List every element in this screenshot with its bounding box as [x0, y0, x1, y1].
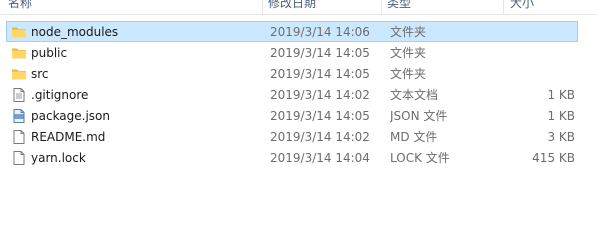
file-type: JSON 文件 [390, 109, 448, 123]
folder-icon [11, 45, 27, 61]
file-row-package-json[interactable]: package.json 2019/3/14 14:05 JSON 文件 1 K… [6, 105, 578, 126]
file-name: yarn.lock [31, 151, 86, 165]
folder-icon [11, 24, 27, 40]
file-name: node_modules [31, 25, 119, 39]
file-row-public[interactable]: public 2019/3/14 14:05 文件夹 [6, 42, 578, 63]
file-row-gitignore[interactable]: .gitignore 2019/3/14 14:02 文本文档 1 KB [6, 84, 578, 105]
column-header: 名称 修改日期 类型 大小 [0, 0, 597, 15]
file-row-readme-md[interactable]: README.md 2019/3/14 14:02 MD 文件 3 KB [6, 126, 578, 147]
file-row-node-modules[interactable]: node_modules 2019/3/14 14:06 文件夹 [6, 21, 578, 42]
file-row-src[interactable]: src 2019/3/14 14:05 文件夹 [6, 63, 578, 84]
file-date-modified: 2019/3/14 14:02 [270, 130, 370, 144]
file-name: public [31, 46, 68, 60]
json-file-icon [11, 108, 27, 124]
column-header-type[interactable]: 类型 [381, 0, 501, 14]
file-type: 文件夹 [390, 67, 427, 81]
file-date-modified: 2019/3/14 14:04 [270, 151, 370, 165]
file-type: LOCK 文件 [390, 151, 450, 165]
file-icon [11, 150, 27, 166]
file-size: 3 KB [547, 130, 575, 144]
folder-icon [11, 66, 27, 82]
file-size: 415 KB [532, 151, 575, 165]
file-date-modified: 2019/3/14 14:05 [270, 67, 370, 81]
file-row-yarn-lock[interactable]: yarn.lock 2019/3/14 14:04 LOCK 文件 415 KB [6, 147, 578, 168]
file-type: 文件夹 [390, 46, 427, 60]
file-size: 1 KB [547, 88, 575, 102]
file-date-modified: 2019/3/14 14:05 [270, 109, 370, 123]
file-date-modified: 2019/3/14 14:06 [270, 25, 370, 39]
file-type: 文本文档 [390, 88, 439, 102]
file-type: 文件夹 [390, 25, 427, 39]
file-date-modified: 2019/3/14 14:05 [270, 46, 370, 60]
file-date-modified: 2019/3/14 14:02 [270, 88, 370, 102]
file-type: MD 文件 [390, 130, 438, 144]
column-header-name[interactable]: 名称 [2, 0, 260, 14]
file-explorer: 名称 修改日期 类型 大小 node_modules 2019/3/14 14:… [0, 0, 597, 249]
file-name: .gitignore [31, 88, 89, 102]
file-name: README.md [31, 130, 106, 144]
column-header-date-modified[interactable]: 修改日期 [262, 0, 378, 14]
file-list: node_modules 2019/3/14 14:06 文件夹 public … [0, 21, 597, 168]
file-icon [11, 129, 27, 145]
file-name: src [31, 67, 49, 81]
text-document-icon [11, 87, 27, 103]
column-header-size[interactable]: 大小 [504, 0, 584, 14]
file-name: package.json [31, 109, 111, 123]
file-size: 1 KB [547, 109, 575, 123]
